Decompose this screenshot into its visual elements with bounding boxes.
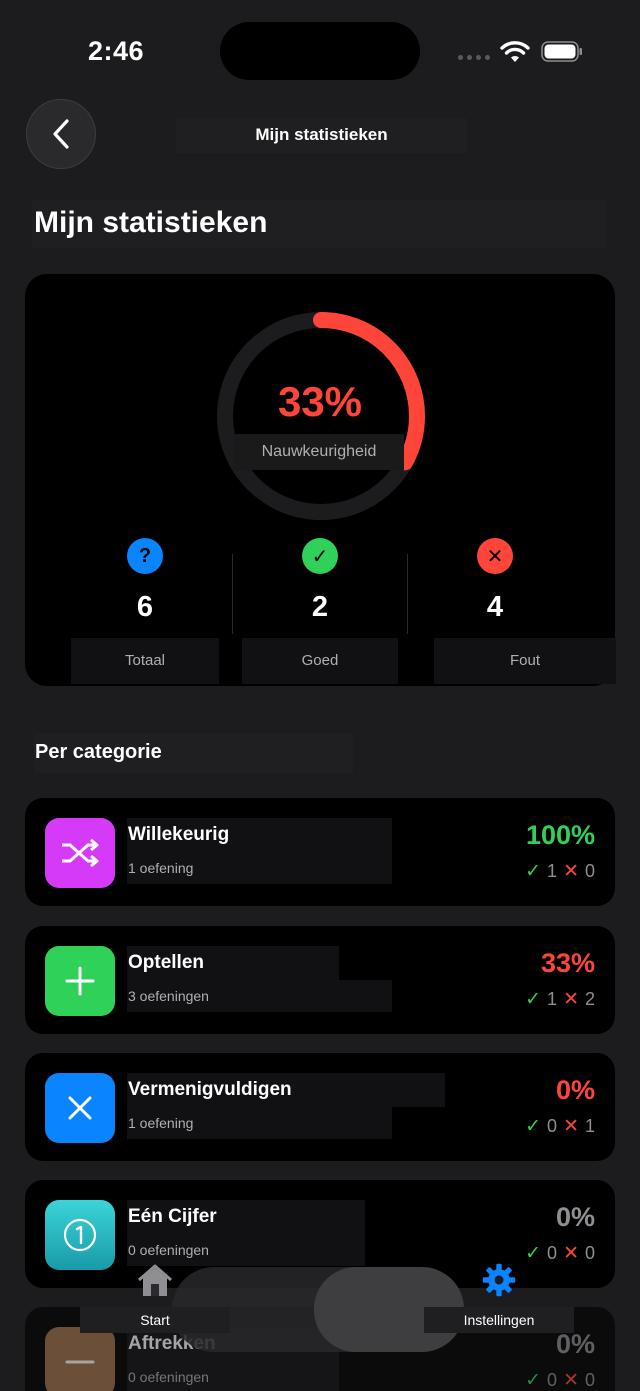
bad-count: 0 [584,1370,595,1390]
stat-wrong-value: 4 [486,591,504,623]
section-title: Per categorie [34,733,353,773]
good-count: 1 [547,861,558,881]
stat-correct: ✓ 2 Goed [235,538,405,684]
stat-wrong-label: Fout [434,638,616,684]
accuracy-summary-card: 33% Nauwkeurigheid ? 6 Totaal ✓ 2 Goed ✕… [25,274,616,686]
home-icon [138,1264,172,1296]
bad-count: 2 [584,989,595,1009]
category-subtitle: 3 oefeningen [127,980,392,1012]
page-title: Mijn statistieken [32,200,606,248]
stat-wrong: ✕ 4 Fout [410,538,616,684]
category-percentage: 100% [525,820,595,850]
check-icon: ✓ [525,1370,542,1391]
cross-icon: ✕ [563,989,579,1010]
category-percentage: 33% [540,948,595,978]
multiply-icon [45,1073,115,1143]
digit-one-icon [45,1200,115,1270]
accuracy-percentage: 33% [277,378,363,425]
check-icon: ✓ [525,861,542,882]
category-counts: ✓ 0 ✕ 0 [525,1369,595,1391]
stat-divider [407,554,408,634]
stat-total: ? 6 Totaal [60,538,230,684]
accuracy-label: Nauwkeurigheid [234,434,404,470]
status-time: 2:46 [88,36,145,66]
check-icon: ✓ [525,1116,542,1137]
bad-count: 1 [584,1116,595,1136]
tab-start[interactable]: Start [80,1262,230,1333]
category-counts: ✓ 0 ✕ 1 [525,1115,595,1138]
shuffle-icon [45,818,115,888]
cellular-signal-icon [458,55,490,60]
category-name: Vermenigvuldigen [127,1073,445,1107]
check-icon: ✓ [302,538,338,574]
good-count: 0 [547,1243,558,1263]
good-count: 0 [547,1116,558,1136]
cross-icon: ✕ [477,538,513,574]
category-subtitle: 1 oefening [127,1107,392,1139]
category-name: Willekeurig [127,818,392,852]
stat-total-value: 6 [136,591,154,623]
category-counts: ✓ 1 ✕ 0 [525,860,595,883]
category-counts: ✓ 1 ✕ 2 [525,988,595,1011]
category-row-optellen[interactable]: Optellen 3 oefeningen 33% ✓ 1 ✕ 2 [25,926,615,1034]
stat-divider [232,554,233,634]
category-subtitle: 0 oefeningen [127,1361,339,1391]
good-count: 0 [547,1370,558,1390]
bad-count: 0 [584,861,595,881]
stat-correct-label: Goed [242,638,398,684]
status-bar: 2:46 [0,0,640,100]
tab-instellingen[interactable]: Instellingen [424,1262,574,1333]
tab-instellingen-label: Instellingen [424,1307,574,1333]
check-icon: ✓ [525,989,542,1010]
dynamic-island [220,22,420,80]
category-name: Optellen [127,946,339,980]
category-row-vermenigvuldigen[interactable]: Vermenigvuldigen 1 oefening 0% ✓ 0 ✕ 1 [25,1053,615,1161]
category-name: Eén Cijfer [127,1200,365,1234]
good-count: 1 [547,989,558,1009]
stat-total-label: Totaal [71,638,219,684]
cross-icon: ✕ [563,1370,579,1391]
plus-icon [45,946,115,1016]
bad-count: 0 [584,1243,595,1263]
back-button[interactable] [26,99,96,169]
question-icon: ? [127,538,163,574]
category-row-willekeurig[interactable]: Willekeurig 1 oefening 100% ✓ 1 ✕ 0 [25,798,615,906]
battery-icon [541,41,582,62]
stat-correct-value: 2 [311,591,329,623]
cross-icon: ✕ [563,861,579,882]
gear-icon [482,1263,516,1297]
tab-bar: Start Instellingen [0,1262,640,1362]
category-subtitle: 1 oefening [127,852,392,884]
category-percentage: 0% [555,1202,595,1232]
chevron-left-icon [53,119,69,149]
category-percentage: 0% [555,1075,595,1105]
cross-icon: ✕ [563,1116,579,1137]
wifi-icon [500,41,530,62]
tab-start-label: Start [80,1307,230,1333]
nav-title: Mijn statistieken [176,118,467,153]
